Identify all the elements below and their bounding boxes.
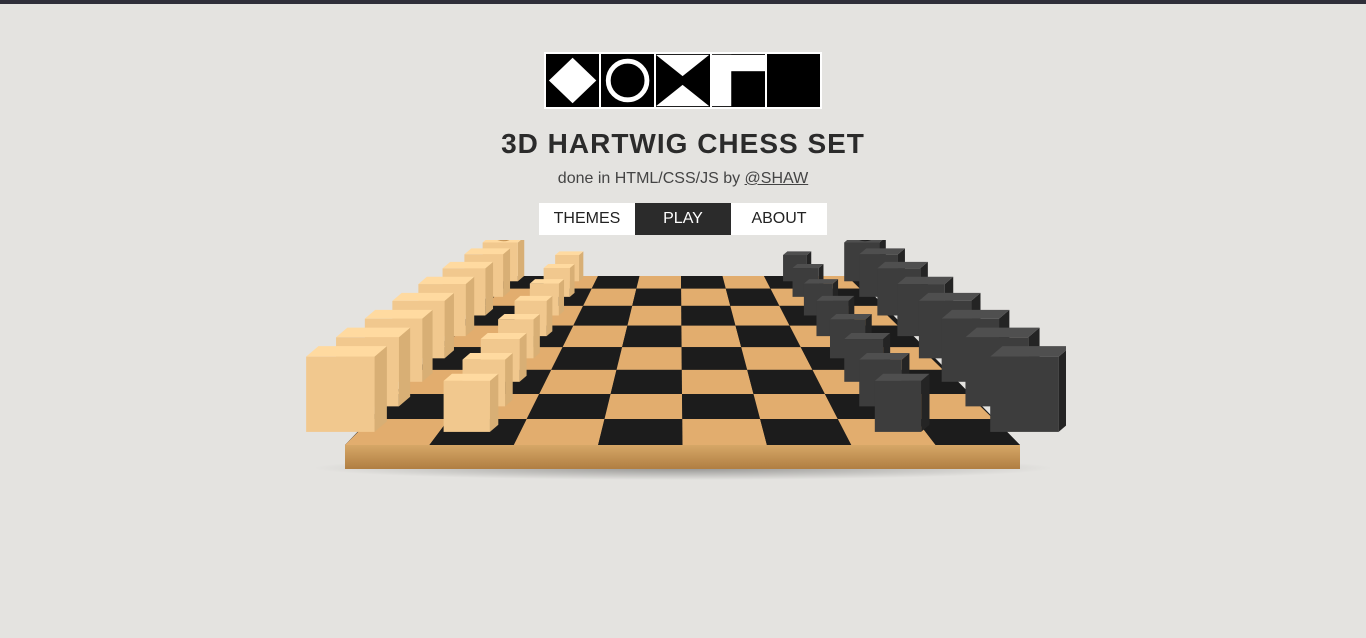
board-square[interactable]	[604, 394, 683, 419]
circle-icon	[601, 54, 655, 107]
corner-icon	[711, 54, 765, 107]
board-frame	[345, 445, 1020, 469]
board-square[interactable]	[681, 276, 726, 289]
board-square[interactable]	[632, 288, 682, 306]
board-square[interactable]	[681, 347, 748, 370]
top-bar	[0, 0, 1366, 4]
subtitle: done in HTML/CSS/JS by @SHAW	[0, 170, 1366, 188]
board-square[interactable]	[760, 419, 852, 445]
diamond-icon	[546, 54, 600, 107]
board-square[interactable]	[725, 288, 780, 306]
board-square[interactable]	[551, 347, 623, 370]
chess-piece[interactable]	[306, 346, 387, 432]
tab-play[interactable]: PLAY	[635, 203, 731, 235]
board-square[interactable]	[681, 288, 731, 306]
board-square[interactable]	[562, 325, 628, 348]
subtitle-text: done in HTML/CSS/JS by	[557, 170, 741, 187]
tab-about[interactable]: ABOUT	[731, 203, 827, 235]
board-square[interactable]	[747, 369, 825, 394]
square-icon	[766, 54, 821, 107]
board-square[interactable]	[627, 305, 682, 326]
board-square[interactable]	[610, 369, 682, 394]
board-square[interactable]	[598, 419, 683, 445]
board-square[interactable]	[622, 325, 682, 348]
board-square[interactable]	[741, 347, 813, 370]
bauhaus-logo	[544, 52, 822, 109]
board-square[interactable]	[539, 369, 617, 394]
chess-piece[interactable]	[443, 373, 499, 432]
board-square[interactable]	[682, 419, 767, 445]
board-square[interactable]	[573, 305, 633, 326]
board-square[interactable]	[583, 288, 637, 306]
chess-piece[interactable]	[990, 346, 1066, 432]
board-square[interactable]	[616, 347, 682, 370]
board-square[interactable]	[526, 394, 611, 419]
page-title: 3D HARTWIG CHESS SET	[501, 128, 865, 159]
board-square[interactable]	[681, 369, 754, 394]
board-square[interactable]	[730, 305, 790, 326]
chess-piece[interactable]	[874, 373, 930, 432]
x-icon	[656, 54, 710, 107]
chess-board-3d[interactable]	[300, 240, 1066, 500]
board-square[interactable]	[681, 325, 742, 348]
main-nav: THEMES PLAY ABOUT	[539, 203, 827, 235]
board-square[interactable]	[681, 305, 736, 326]
board-square[interactable]	[753, 394, 838, 419]
author-link[interactable]: @SHAW	[745, 170, 809, 187]
board-square[interactable]	[591, 276, 640, 289]
tab-themes[interactable]: THEMES	[539, 203, 635, 235]
board-square[interactable]	[682, 394, 761, 419]
board-square[interactable]	[735, 325, 801, 348]
board-square[interactable]	[513, 419, 605, 445]
board-square[interactable]	[636, 276, 682, 289]
board-square[interactable]	[722, 276, 771, 289]
chess-board-canvas[interactable]	[300, 240, 1066, 500]
